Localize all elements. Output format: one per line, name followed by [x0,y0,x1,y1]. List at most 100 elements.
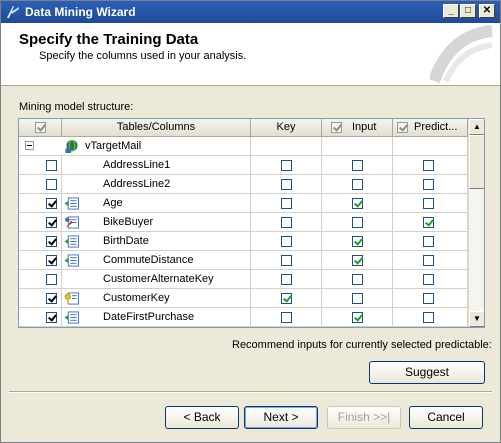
header-predict-cell[interactable]: Predict... [393,119,468,137]
table-icon [65,140,78,153]
include-checkbox[interactable] [46,179,57,190]
include-checkbox[interactable] [46,236,57,247]
predict-all-checkbox[interactable] [397,122,408,133]
predict-cell [393,194,468,213]
key-cell [251,194,322,213]
column-name-cell: AddressLine2 [62,175,251,194]
include-cell [19,308,62,327]
table-row[interactable]: CustomerAlternateKey [19,270,468,289]
grid-label: Mining model structure: [19,101,134,113]
column-name-cell: AddressLine1 [62,156,251,175]
back-button[interactable]: < Back [165,406,239,429]
table-row[interactable]: CommuteDistance [19,251,468,270]
input-checkbox[interactable] [352,198,363,209]
key-checkbox[interactable] [281,160,292,171]
include-cell [19,232,62,251]
key-checkbox[interactable] [281,255,292,266]
column-name: BikeBuyer [103,216,154,228]
predict-checkbox[interactable] [423,198,434,209]
next-button[interactable]: Next > [244,406,318,429]
predict-checkbox[interactable] [423,179,434,190]
column-name: AddressLine1 [103,159,171,171]
include-checkbox[interactable] [46,312,57,323]
include-checkbox[interactable] [46,198,57,209]
input-all-checkbox[interactable] [331,122,342,133]
key-cell [251,213,322,232]
key-checkbox[interactable] [281,179,292,190]
key-checkbox[interactable] [281,217,292,228]
collapse-icon[interactable] [25,141,34,150]
include-checkbox[interactable] [46,255,57,266]
include-cell [19,213,62,232]
input-checkbox[interactable] [352,236,363,247]
column-name-cell: DateFirstPurchase [62,308,251,327]
key-column-icon [64,292,79,305]
title-bar[interactable]: Data Mining Wizard _ □ ✕ [1,1,500,23]
input-checkbox[interactable] [352,274,363,285]
key-cell [251,156,322,175]
table-row-lead [19,137,62,156]
column-name: Age [103,197,123,209]
predict-checkbox[interactable] [423,255,434,266]
key-checkbox[interactable] [281,274,292,285]
input-checkbox[interactable] [352,217,363,228]
finish-button[interactable]: Finish >>| [327,406,401,429]
column-icon [64,197,79,210]
key-checkbox[interactable] [281,198,292,209]
wizard-decoration-icon [430,25,493,83]
predict-checkbox[interactable] [423,274,434,285]
close-button[interactable]: ✕ [479,4,495,18]
column-icon [64,311,79,324]
header-input-cell[interactable]: Input [322,119,393,137]
column-name: CustomerAlternateKey [103,273,214,285]
page-title: Specify the Training Data [19,31,199,48]
vertical-scrollbar[interactable]: ▲ ▼ [468,119,484,327]
scroll-down-button[interactable]: ▼ [469,311,484,327]
include-checkbox[interactable] [46,217,57,228]
header-include-cell[interactable] [19,119,62,137]
cancel-button[interactable]: Cancel [409,406,483,429]
key-cell [251,289,322,308]
key-cell [251,232,322,251]
table-row[interactable]: DateFirstPurchase [19,308,468,327]
table-row[interactable]: Age [19,194,468,213]
table-key-cell [251,137,322,156]
minimize-button[interactable]: _ [443,4,459,18]
suggest-button[interactable]: Suggest [369,361,485,384]
predict-checkbox[interactable] [423,236,434,247]
key-cell [251,270,322,289]
header-key[interactable]: Key [251,119,322,137]
predict-checkbox[interactable] [423,217,434,228]
input-checkbox[interactable] [352,179,363,190]
table-row[interactable]: BikeBuyer [19,213,468,232]
header-tables-columns[interactable]: Tables/Columns [62,119,251,137]
table-row[interactable]: AddressLine2 [19,175,468,194]
input-checkbox[interactable] [352,255,363,266]
key-checkbox[interactable] [281,236,292,247]
predict-checkbox[interactable] [423,312,434,323]
predict-cell [393,232,468,251]
include-checkbox[interactable] [46,160,57,171]
wizard-window: Data Mining Wizard _ □ ✕ Specify the Tra… [0,0,501,443]
table-row[interactable]: AddressLine1 [19,156,468,175]
include-checkbox[interactable] [46,274,57,285]
select-all-checkbox[interactable] [35,122,46,133]
maximize-button[interactable]: □ [460,4,476,18]
table-row[interactable]: CustomerKey [19,289,468,308]
input-checkbox[interactable] [352,293,363,304]
table-row[interactable]: vTargetMail [19,137,468,156]
predict-cell [393,213,468,232]
key-checkbox[interactable] [281,312,292,323]
key-checkbox[interactable] [281,293,292,304]
input-checkbox[interactable] [352,312,363,323]
scroll-up-button[interactable]: ▲ [469,119,484,135]
scroll-thumb[interactable] [469,135,484,189]
input-checkbox[interactable] [352,160,363,171]
predict-checkbox[interactable] [423,160,434,171]
column-icon [64,254,79,267]
mining-structure-grid[interactable]: Tables/Columns Key Input Predict... vTar… [18,118,485,328]
table-row[interactable]: BirthDate [19,232,468,251]
predict-checkbox[interactable] [423,293,434,304]
include-checkbox[interactable] [46,293,57,304]
key-cell [251,251,322,270]
